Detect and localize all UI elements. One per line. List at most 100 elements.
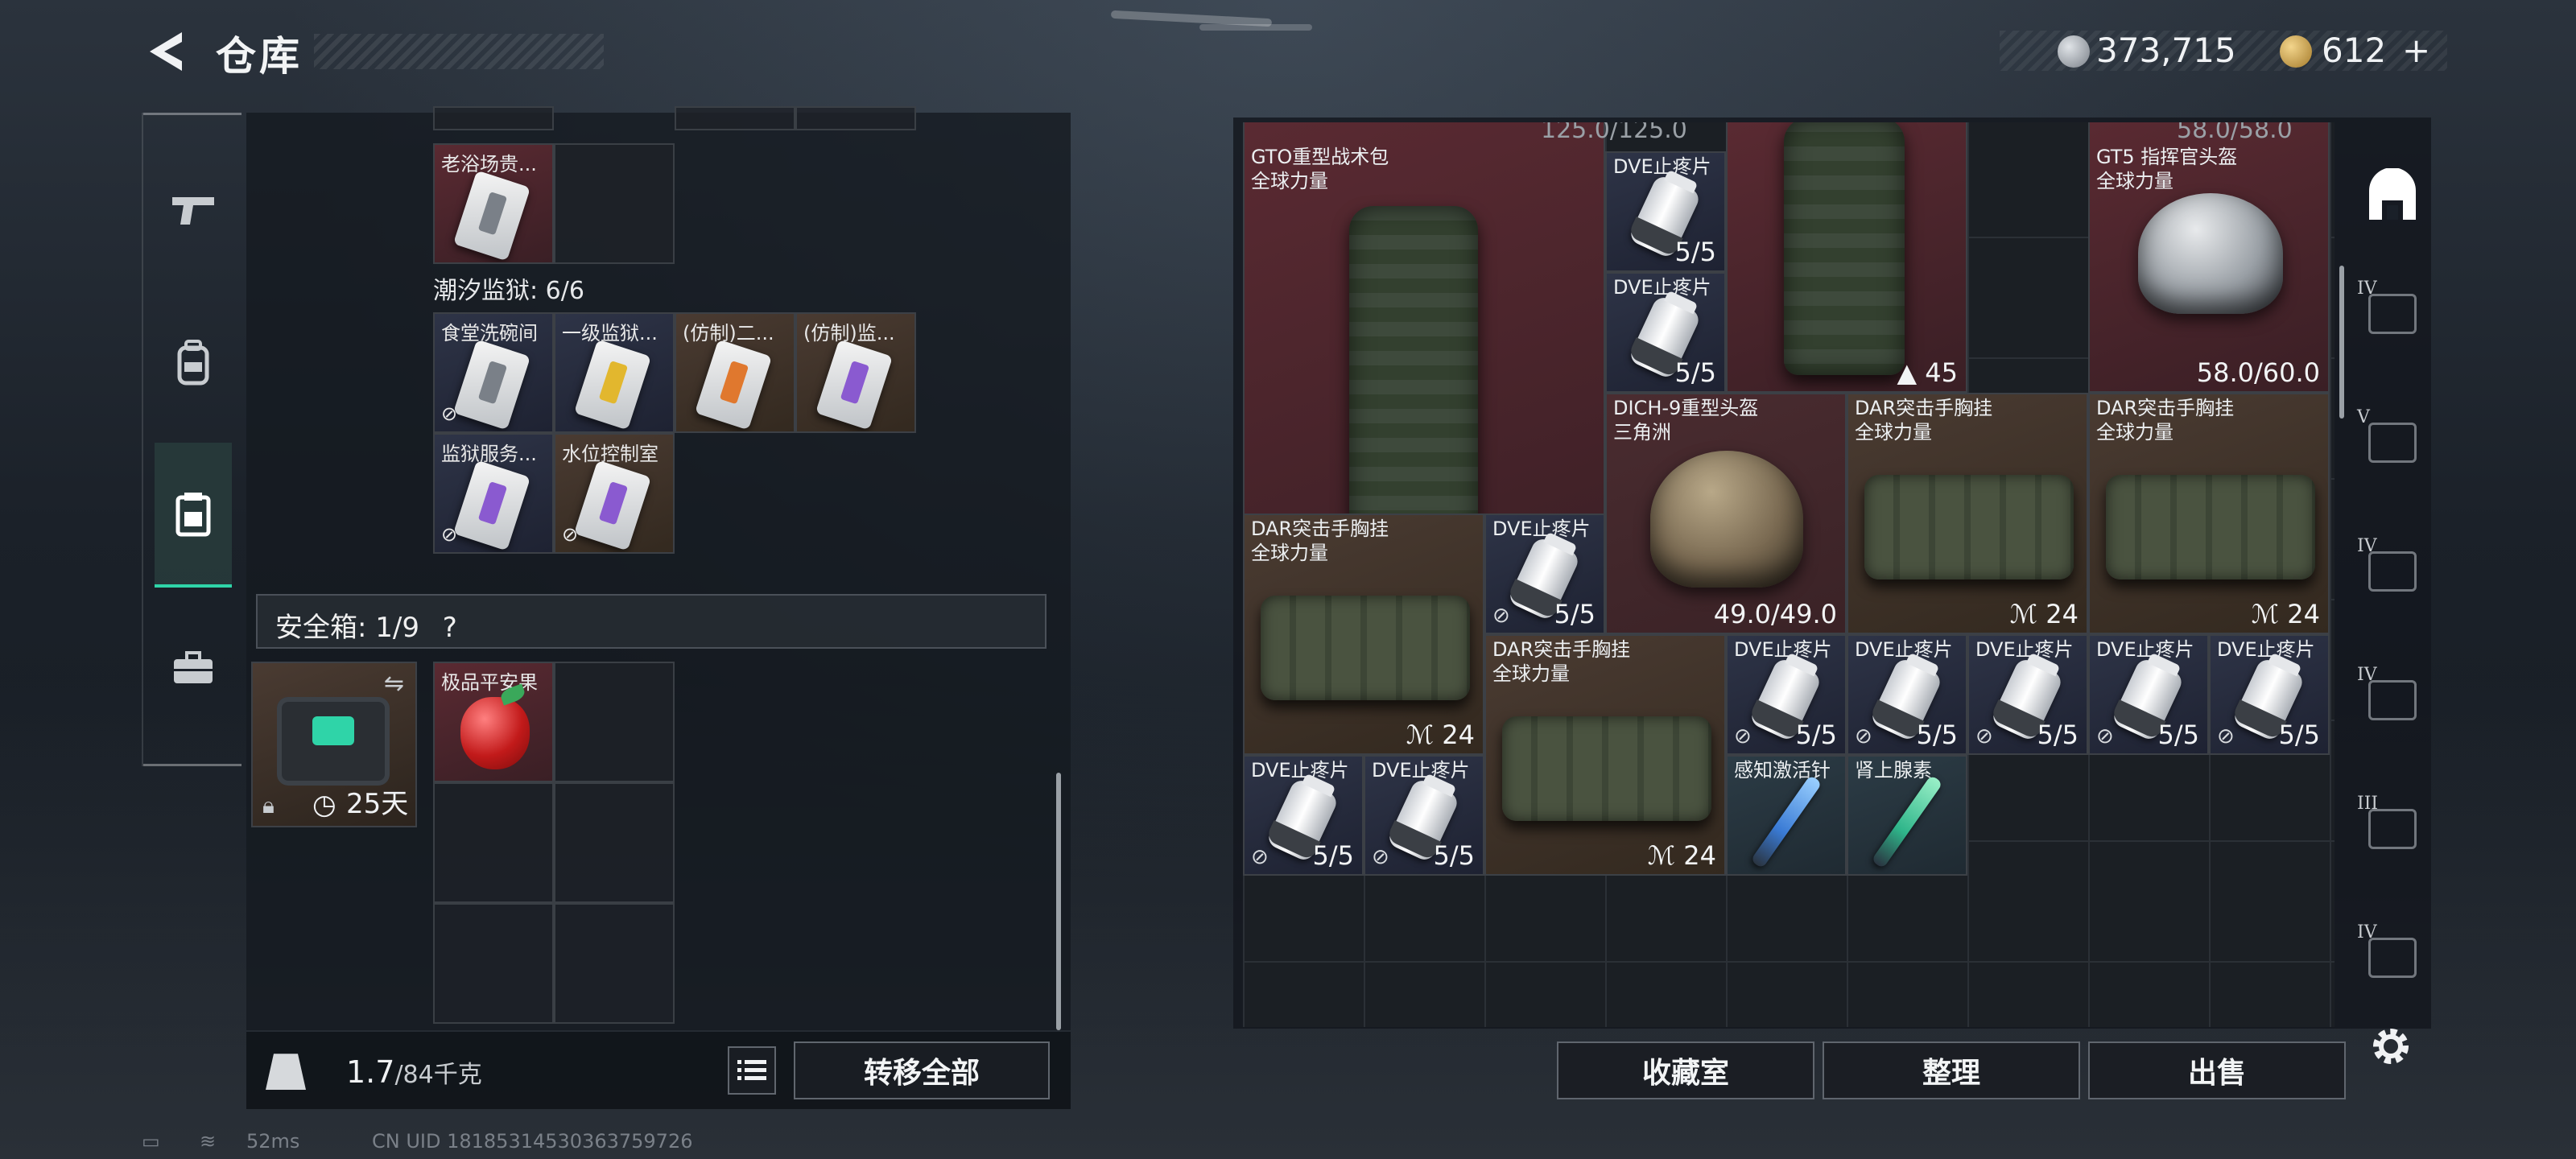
keycard-item[interactable]: 水位控制室 ⊘ — [554, 433, 675, 554]
item-count: 5/5 — [1433, 840, 1476, 871]
painkiller-item[interactable]: DVE止疼片 ⊘ 5/5 — [1243, 755, 1364, 876]
gt5-helmet-item[interactable]: GT5 指挥官头盔 全球力量 58.0/60.0 — [2088, 122, 2330, 393]
unbound-icon: ⊘ — [2096, 724, 2114, 749]
stim-injector-item[interactable]: 感知激活针 — [1726, 755, 1847, 876]
tier-label: V — [2357, 407, 2370, 427]
dich-helmet-item[interactable]: DICH-9重型头盔 三角洲 49.0/49.0 — [1605, 393, 1847, 634]
chest-rig-item[interactable]: DAR突击手胸挂 全球力量 ℳ 24 — [2088, 393, 2330, 634]
painkiller-item[interactable]: DVE止疼片 ⊘ 5/5 — [1847, 634, 1967, 755]
backpack-icon — [1349, 206, 1478, 536]
keycard-item[interactable]: (仿制)二... — [675, 312, 795, 433]
swap-icon[interactable]: ⇋ — [384, 670, 404, 698]
syringe-icon — [1750, 774, 1823, 869]
chest-rig-item[interactable]: DAR突击手胸挂 全球力量 ℳ 24 — [1243, 514, 1484, 755]
tab-stash-2[interactable]: V — [2357, 407, 2425, 475]
chest-rig-item[interactable]: DAR突击手胸挂 全球力量 ℳ 24 — [1484, 634, 1726, 876]
safebox-icon — [277, 697, 390, 786]
tab-stash-3[interactable]: IV — [2357, 536, 2425, 604]
sort-button[interactable]: 整理 — [1823, 1041, 2080, 1099]
tab-stash-1[interactable]: IV — [2357, 278, 2425, 346]
item-count: ℳ 24 — [1406, 720, 1475, 750]
item-label: DVE止疼片 — [1855, 638, 1953, 661]
painkiller-item[interactable]: DVE止疼片 5/5 — [1605, 151, 1726, 272]
item-label: 监狱服务... — [441, 443, 537, 465]
item-count: 5/5 — [1674, 237, 1717, 267]
item-label: DVE止疼片 — [1613, 155, 1711, 178]
back-arrow-icon[interactable] — [143, 29, 188, 74]
painkiller-item[interactable]: DVE止疼片 ⊘ 5/5 — [1484, 514, 1605, 634]
keycard-item[interactable]: 监狱服务... ⊘ — [433, 433, 554, 554]
item-label: DVE止疼片 — [1492, 518, 1591, 540]
sell-button[interactable]: 出售 — [2088, 1041, 2346, 1099]
adrenaline-item[interactable]: 肾上腺素 — [1847, 755, 1967, 876]
tab-weapons[interactable] — [155, 137, 232, 282]
unbound-icon: ⊘ — [1251, 845, 1269, 869]
keycard-item[interactable]: 食堂洗碗间 ⊘ — [433, 312, 554, 433]
item-count: 5/5 — [1674, 357, 1717, 388]
unbound-icon: ⊘ — [2217, 724, 2235, 749]
item-label: DAR突击手胸挂 全球力量 — [1855, 397, 1993, 443]
unbound-icon: ⊘ — [562, 523, 579, 546]
tab-stash-6[interactable]: IV — [2357, 922, 2425, 990]
tab-stash-5[interactable]: III — [2357, 794, 2425, 861]
list-view-button[interactable] — [728, 1046, 776, 1095]
ammo-icon — [2368, 809, 2417, 849]
tab-stash-4[interactable]: IV — [2357, 665, 2425, 732]
tab-vests[interactable] — [155, 443, 232, 588]
uid-readout: CN UID 18185314530363759726 — [372, 1130, 693, 1153]
grid-cell — [795, 106, 916, 130]
chest-rig-item[interactable]: DAR突击手胸挂 全球力量 ℳ 24 — [1847, 393, 2088, 634]
apple-item[interactable]: 极品平安果 — [433, 662, 554, 782]
keycard-item[interactable]: 一级监狱... — [554, 312, 675, 433]
painkiller-item[interactable]: DVE止疼片 5/5 — [1605, 272, 1726, 393]
item-count: 5/5 — [2278, 720, 2321, 750]
warehouse-icon — [2369, 168, 2416, 220]
item-count: 5/5 — [2037, 720, 2079, 750]
silver-amount: 373,715 — [2096, 31, 2236, 70]
collection-room-button[interactable]: 收藏室 — [1557, 1041, 1814, 1099]
item-count: 5/5 — [1916, 720, 1959, 750]
item-label: (仿制)监... — [803, 322, 895, 344]
item-count: 5/5 — [1312, 840, 1355, 871]
painkiller-item[interactable]: DVE止疼片 ⊘ 5/5 — [1967, 634, 2088, 755]
tab-cases[interactable] — [155, 596, 232, 740]
keycard-item[interactable]: 老浴场贵... — [433, 143, 554, 264]
ping-readout: 52ms — [246, 1130, 300, 1153]
backpack-item[interactable]: ▲ 45 — [1726, 122, 1967, 393]
item-label: DVE止疼片 — [1372, 759, 1470, 782]
painkiller-item[interactable]: DVE止疼片 ⊘ 5/5 — [1364, 755, 1484, 876]
keycard-icon — [694, 339, 773, 431]
briefcase-icon — [174, 651, 213, 683]
backpack-icon — [1784, 122, 1905, 375]
ceiling-light — [1199, 24, 1312, 31]
grid-cell — [433, 903, 554, 1024]
safebox-container[interactable]: ⇋ 🔒︎ ◷ 25天 — [251, 662, 417, 827]
grid-cell — [554, 662, 675, 782]
lock-icon: 🔒︎ — [262, 792, 275, 819]
list-icon — [737, 1060, 766, 1080]
keycard-item[interactable]: (仿制)监... — [795, 312, 916, 433]
painkiller-item[interactable]: DVE止疼片 ⊘ 5/5 — [2088, 634, 2209, 755]
grid-cell — [554, 903, 675, 1024]
silver-coin-icon — [2058, 35, 2090, 68]
unbound-icon: ⊘ — [441, 523, 458, 546]
keycard-icon — [573, 460, 652, 551]
chest-rig-icon — [1261, 596, 1470, 700]
item-label: 水位控制室 — [562, 443, 658, 465]
painkiller-item[interactable]: DVE止疼片 ⊘ 5/5 — [1726, 634, 1847, 755]
tab-all[interactable] — [2360, 164, 2425, 229]
vest-icon — [175, 493, 211, 537]
help-icon[interactable]: ? — [443, 612, 457, 644]
add-currency-button[interactable]: + — [2402, 31, 2430, 70]
transfer-all-button[interactable]: 转移全部 — [794, 1041, 1050, 1099]
painkiller-item[interactable]: DVE止疼片 ⊘ 5/5 — [2209, 634, 2330, 755]
scrollbar[interactable] — [1056, 773, 1061, 1030]
wifi-icon: ≋ — [200, 1130, 217, 1153]
chest-rig-icon — [2106, 475, 2315, 580]
item-count: ℳ 24 — [2009, 599, 2079, 629]
helmet-icon — [1650, 451, 1803, 588]
tab-backpacks[interactable] — [155, 290, 232, 435]
settings-gear-icon[interactable] — [2367, 1022, 2415, 1070]
item-label: DVE止疼片 — [2096, 638, 2194, 661]
folder-icon — [2368, 294, 2417, 334]
